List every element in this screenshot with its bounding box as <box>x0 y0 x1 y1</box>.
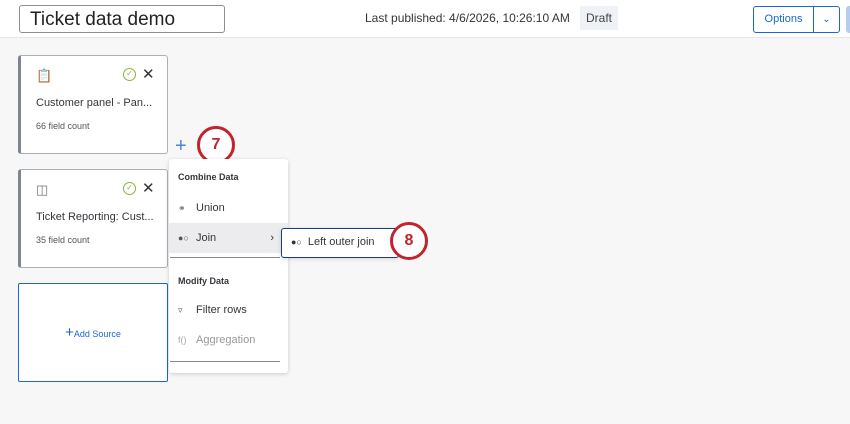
title-input[interactable]: Ticket data demo <box>19 5 225 33</box>
source-card[interactable]: 📋 ✓ ✕ Customer panel - Pan... 66 field c… <box>18 55 168 154</box>
menu-item-aggregation[interactable]: f() Aggregation <box>169 325 288 355</box>
divider <box>170 361 280 362</box>
filter-icon: ▿ <box>178 305 183 315</box>
label: Filter rows <box>196 304 247 316</box>
plus-icon[interactable]: + <box>175 135 187 158</box>
menu-item-filter-rows[interactable]: ▿ Filter rows <box>169 295 288 325</box>
menu-item-join[interactable]: ●○ Join › <box>169 223 288 253</box>
field-count: 35 field count <box>36 235 90 245</box>
field-count: 66 field count <box>36 121 90 131</box>
join-icon: ●○ <box>291 237 302 247</box>
check-circle-icon: ✓ <box>123 182 136 195</box>
card-name: Customer panel - Pan... <box>36 97 153 109</box>
publish-button[interactable] <box>846 6 850 33</box>
chevron-down-icon[interactable]: ⌄ <box>814 7 839 32</box>
header: Ticket data demo Last published: 4/6/202… <box>0 0 850 38</box>
add-source-button[interactable]: +Add Source <box>18 283 168 382</box>
union-icon: ⚭ <box>178 203 186 213</box>
label: Left outer join <box>307 236 375 248</box>
plus-icon: + <box>65 324 74 341</box>
menu-item-union[interactable]: ⚭ Union <box>169 193 288 223</box>
options-split-button: Options ⌄ <box>753 6 840 33</box>
combine-header: Combine Data <box>178 172 239 182</box>
close-icon[interactable]: ✕ <box>142 179 155 197</box>
add-source-label: Add Source <box>73 329 121 339</box>
menu-item-left-outer-join[interactable]: ●○ Left outer join <box>281 228 399 258</box>
clipboard-icon: 📋 <box>36 68 53 83</box>
transform-menu: Combine Data ⚭ Union ●○ Join › Modify Data … <box>169 159 288 373</box>
source-card[interactable]: ◫ ✓ ✕ Ticket Reporting: Cust... 35 field… <box>18 169 168 268</box>
card-name: Ticket Reporting: Cust... <box>36 211 154 223</box>
join-icon: ●○ <box>178 233 189 243</box>
chevron-right-icon: › <box>270 232 274 244</box>
divider <box>170 257 280 258</box>
label: Union <box>196 202 225 214</box>
close-icon[interactable]: ✕ <box>142 65 155 83</box>
label: Join <box>196 232 217 244</box>
step-badge: 8 <box>390 222 428 260</box>
label: Aggregation <box>196 334 256 346</box>
check-circle-icon: ✓ <box>123 68 136 81</box>
last-published: Last published: 4/6/2026, 10:26:10 AM <box>365 11 570 25</box>
ticket-icon: ◫ <box>36 182 49 197</box>
function-icon: f() <box>178 335 187 345</box>
status-badge: Draft <box>580 6 619 30</box>
modify-header: Modify Data <box>178 276 230 286</box>
options-button[interactable]: Options <box>754 7 814 32</box>
